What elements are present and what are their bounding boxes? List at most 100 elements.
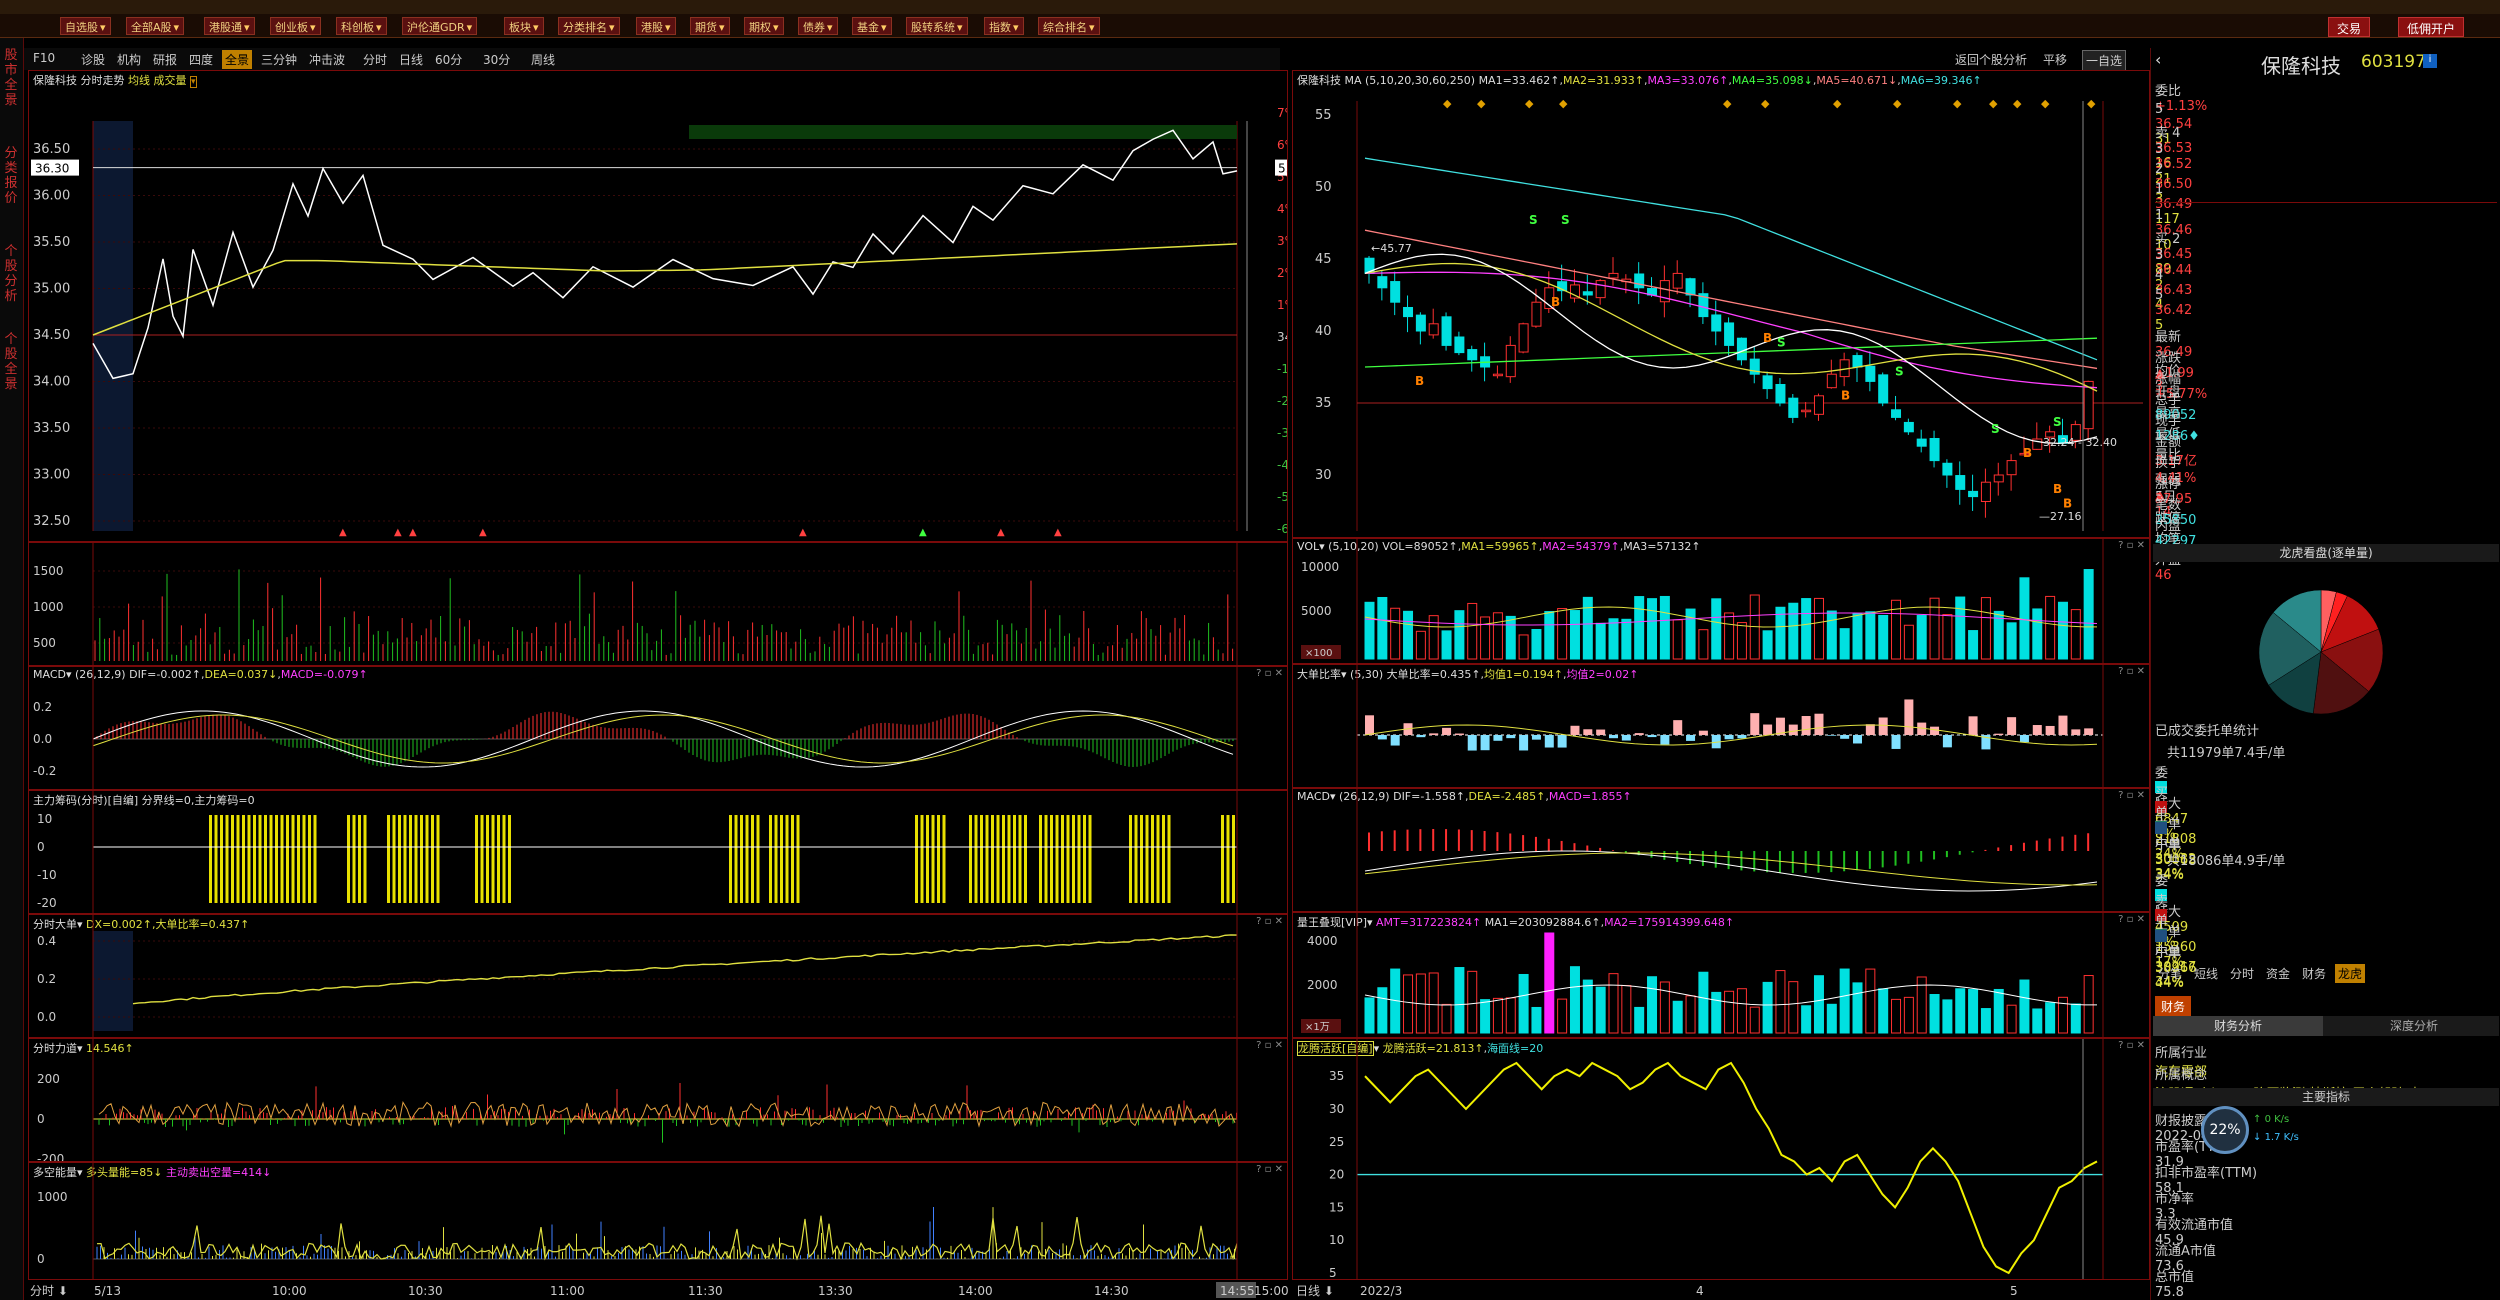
tab-stock-analysis[interactable]: 个股分析	[2, 244, 20, 304]
toolbar-item-1[interactable]: 诊股	[78, 50, 108, 69]
candle-body	[1955, 475, 1966, 490]
dropdown-caret-icon: ▾	[719, 21, 725, 34]
finance-tab[interactable]: 财务	[2155, 996, 2192, 1017]
chips-bar	[247, 815, 251, 903]
event-diamond-icon: ◆	[1953, 97, 1962, 110]
toolbar-item-5[interactable]: 全景	[222, 50, 253, 69]
time-tick-label: 14:55	[1220, 1284, 1255, 1298]
market-button-5[interactable]: 沪伦通GDR ▾	[402, 17, 478, 35]
event-diamond-icon: ◆	[1989, 97, 1998, 110]
market-button-9[interactable]: 期货 ▾	[690, 17, 730, 35]
toolbar-item-9[interactable]: 日线	[396, 50, 426, 69]
candle-body	[1595, 280, 1606, 299]
market-button-0[interactable]: 自选股 ▾	[60, 17, 111, 35]
toolbar-item-4[interactable]: 四度	[186, 50, 216, 69]
market-button-15[interactable]: 综合排名 ▾	[1038, 17, 1100, 35]
chips-bar	[253, 815, 256, 903]
tab-market-overview[interactable]: 股市全景	[2, 48, 20, 108]
quote-tab-4[interactable]: 财务	[2299, 964, 2329, 983]
volking-bar	[2083, 975, 2094, 1034]
chips-bar	[291, 815, 295, 903]
dvol-bar	[1608, 618, 1619, 660]
active-tick-label: 15	[1329, 1200, 1344, 1214]
daily-active-panel: 龙腾活跃[自编]▾ 龙腾活跃=21.813↑,海面线=20 ? ▫ ✕ 35 30…	[1292, 1038, 2150, 1280]
chips-bar	[297, 815, 300, 903]
toolbar-item-0[interactable]: F10	[30, 50, 58, 66]
candle-body	[1929, 438, 1940, 462]
toolbar-item-3[interactable]: 研报	[150, 50, 180, 69]
deep-analysis-tab[interactable]: 深度分析	[2329, 1016, 2499, 1036]
toolbar-item-6[interactable]: 三分钟	[258, 50, 300, 69]
ratio-bar	[1544, 735, 1554, 748]
volking-bar	[1492, 997, 1503, 1034]
volking-bar	[1544, 932, 1555, 1034]
quote-tab-5[interactable]: 龙虎	[2335, 964, 2366, 983]
dvol-bar	[1852, 612, 1863, 660]
pan-button[interactable]: 平移	[2040, 50, 2070, 69]
market-button-2[interactable]: 港股通 ▾	[204, 17, 255, 35]
market-button-8[interactable]: 港股 ▾	[636, 17, 676, 35]
volking-bar	[1980, 1008, 1991, 1034]
toolbar-item-11[interactable]: 30分	[480, 50, 513, 69]
market-button-14[interactable]: 指数 ▾	[984, 17, 1024, 35]
fin-analysis-tab[interactable]: 财务分析	[2153, 1016, 2323, 1036]
market-button-13[interactable]: 股转系统 ▾	[906, 17, 968, 35]
candle-body	[1608, 272, 1619, 279]
market-button-3[interactable]: 创业板 ▾	[270, 17, 321, 35]
dvol-bar	[1672, 619, 1683, 660]
market-button-4[interactable]: 科创板 ▾	[336, 17, 387, 35]
net-speed-gauge[interactable]: 22%	[2201, 1106, 2249, 1154]
market-button-1[interactable]: 全部A股 ▾	[126, 17, 185, 35]
quote-tab-0[interactable]: 分笔	[2155, 964, 2185, 983]
stat-row: 内盘42297外盘46	[2155, 515, 2500, 583]
industry-row: 所属行业 汽车零部	[2155, 1042, 2500, 1080]
ratio-bar	[1634, 733, 1644, 735]
price-tick-label: 33.50	[33, 421, 70, 436]
toolbar-item-10[interactable]: 60分	[432, 50, 465, 69]
watchlist-select[interactable]: 一自选	[2082, 50, 2127, 71]
toolbar-item-7[interactable]: 冲击波	[306, 50, 348, 69]
toolbar-item-2[interactable]: 机构	[114, 50, 144, 69]
ratio-bar	[1365, 715, 1374, 735]
ratio-bar	[1570, 725, 1580, 735]
volking-bar	[1775, 970, 1786, 1034]
open-account-button[interactable]: 低佣开户	[2398, 17, 2465, 37]
market-button-6[interactable]: 板块 ▾	[504, 17, 544, 35]
ratio-bar	[1763, 724, 1773, 735]
dvol-bar	[1390, 607, 1401, 660]
unit-label: ×1万	[1305, 1022, 1330, 1033]
tab-category-quotes[interactable]: 分类报价	[2, 146, 20, 206]
candle-body	[1569, 284, 1580, 299]
tab-stock-overview[interactable]: 个股全景	[2, 332, 20, 392]
intraday-energy-chart: 1000 0	[37, 1163, 1238, 1279]
ratio-bar	[2084, 728, 2094, 735]
chips-bar	[1002, 815, 1005, 903]
candle-body	[1403, 306, 1414, 318]
quote-tab-1[interactable]: 短线	[2191, 964, 2221, 983]
info-badge-icon[interactable]: i	[2423, 54, 2437, 68]
chips-bar	[231, 815, 234, 903]
ratio-bar	[1904, 699, 1914, 735]
volking-bar	[1813, 975, 1824, 1034]
candle-body	[1762, 375, 1773, 390]
market-button-7[interactable]: 分类排名 ▾	[558, 17, 620, 35]
candle-body	[1724, 322, 1735, 346]
market-button-10[interactable]: 期权 ▾	[744, 17, 784, 35]
quote-tab-3[interactable]: 资金	[2263, 964, 2293, 983]
toolbar-item-8[interactable]: 分时	[360, 50, 390, 69]
chips-bar	[1140, 815, 1143, 903]
chips-bar	[791, 815, 794, 903]
trade-button[interactable]: 交易	[2328, 17, 2371, 37]
quote-tab-2[interactable]: 分时	[2227, 964, 2257, 983]
bigorder-tick-label: 0.4	[37, 934, 56, 948]
market-button-11[interactable]: 债券 ▾	[798, 17, 838, 35]
toolbar-item-12[interactable]: 周线	[528, 50, 558, 69]
back-to-analysis-link[interactable]: 返回个股分析	[1952, 50, 2030, 69]
kfpe-row-label: 扣非市盈率(TTM)	[2155, 1166, 2258, 1181]
volking-bar	[1826, 1003, 1837, 1034]
chips-bar	[302, 815, 306, 903]
candle-body	[1531, 301, 1542, 327]
market-button-12[interactable]: 基金 ▾	[852, 17, 892, 35]
buy-stats-side: 委	[2155, 874, 2169, 889]
back-chevron-icon[interactable]: ‹	[2155, 50, 2161, 69]
